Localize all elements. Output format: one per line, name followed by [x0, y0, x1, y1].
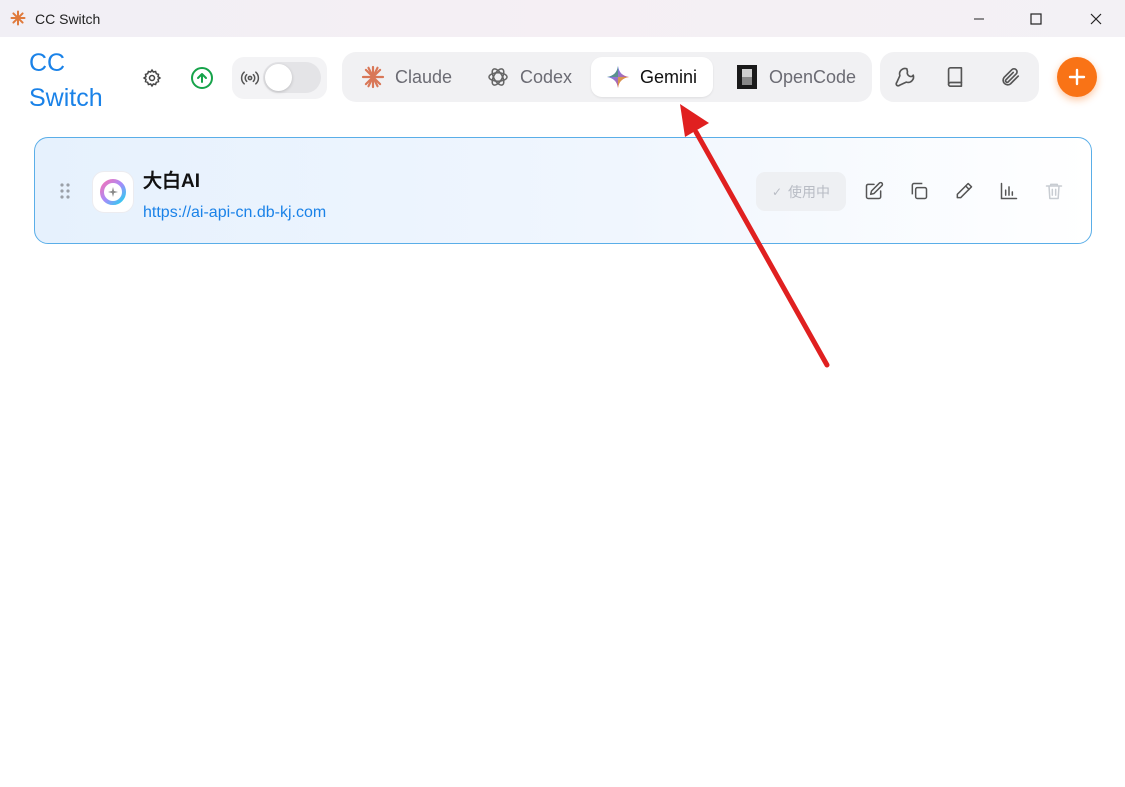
- copy-icon: [911, 182, 928, 200]
- tools-group: [880, 52, 1039, 102]
- maximize-button[interactable]: [1013, 0, 1059, 37]
- wrench-button[interactable]: [893, 65, 917, 89]
- cc-switch-logo-icon: [10, 10, 26, 26]
- stats-icon: [1000, 182, 1018, 200]
- gear-icon: [142, 68, 162, 88]
- settings-button[interactable]: [140, 66, 164, 90]
- update-button[interactable]: [189, 65, 215, 91]
- claude-icon: [360, 64, 386, 90]
- tab-label: Gemini: [640, 66, 698, 87]
- minimize-button[interactable]: [956, 0, 1002, 37]
- app-tabs: Claude Codex Gemini OpenCode: [342, 52, 872, 102]
- test-icon: [956, 182, 973, 199]
- plus-icon: [1068, 68, 1086, 86]
- paperclip-icon: [1002, 67, 1020, 86]
- toggle-knob: [265, 64, 292, 91]
- book-icon: [947, 67, 963, 87]
- book-button[interactable]: [943, 65, 967, 89]
- tab-codex[interactable]: Codex: [485, 57, 572, 97]
- tab-opencode[interactable]: OpenCode: [734, 57, 856, 97]
- delete-button[interactable]: [1043, 180, 1065, 202]
- close-icon: [1090, 13, 1102, 24]
- broadcast-icon: [240, 71, 260, 85]
- tab-label: OpenCode: [769, 66, 857, 87]
- brand-line-1: CC: [29, 49, 66, 77]
- gemini-icon: [605, 64, 631, 90]
- edit-button[interactable]: [863, 180, 885, 202]
- tab-claude[interactable]: Claude: [360, 57, 452, 97]
- close-button[interactable]: [1073, 0, 1119, 37]
- wrench-icon: [895, 67, 915, 87]
- drag-handle-icon[interactable]: [59, 182, 71, 200]
- proxy-toggle[interactable]: [263, 62, 321, 93]
- arrow-up-circle-icon: [191, 67, 213, 89]
- openai-icon: [485, 64, 511, 90]
- trash-icon: [1045, 183, 1063, 200]
- tab-label: Claude: [395, 66, 453, 87]
- minimize-icon: [974, 18, 984, 19]
- paperclip-button[interactable]: [998, 65, 1022, 89]
- in-use-button[interactable]: ✓ 使用中: [756, 172, 846, 211]
- check-icon: ✓: [771, 184, 783, 199]
- provider-url[interactable]: https://ai-api-cn.db-kj.com: [143, 204, 326, 222]
- maximize-icon: [1030, 12, 1042, 25]
- provider-card[interactable]: 大白AI https://ai-api-cn.db-kj.com ✓ 使用中: [34, 137, 1092, 244]
- tab-label: Codex: [520, 66, 573, 87]
- copy-button[interactable]: [908, 180, 930, 202]
- tab-gemini[interactable]: Gemini: [591, 57, 713, 97]
- add-provider-button[interactable]: [1057, 57, 1097, 97]
- test-button[interactable]: [953, 180, 975, 202]
- annotation-arrow: [680, 104, 830, 368]
- title-bar: CC Switch: [0, 0, 1125, 37]
- opencode-icon: [734, 64, 760, 90]
- proxy-control: [232, 57, 327, 99]
- app-brand: CC Switch: [29, 46, 103, 116]
- edit-icon: [865, 181, 884, 200]
- brand-line-2: Switch: [29, 84, 103, 112]
- in-use-label: 使用中: [788, 183, 831, 200]
- provider-name: 大白AI: [143, 171, 201, 192]
- window-title: CC Switch: [35, 11, 101, 27]
- stats-button[interactable]: [998, 180, 1020, 202]
- provider-logo-icon: [92, 171, 134, 213]
